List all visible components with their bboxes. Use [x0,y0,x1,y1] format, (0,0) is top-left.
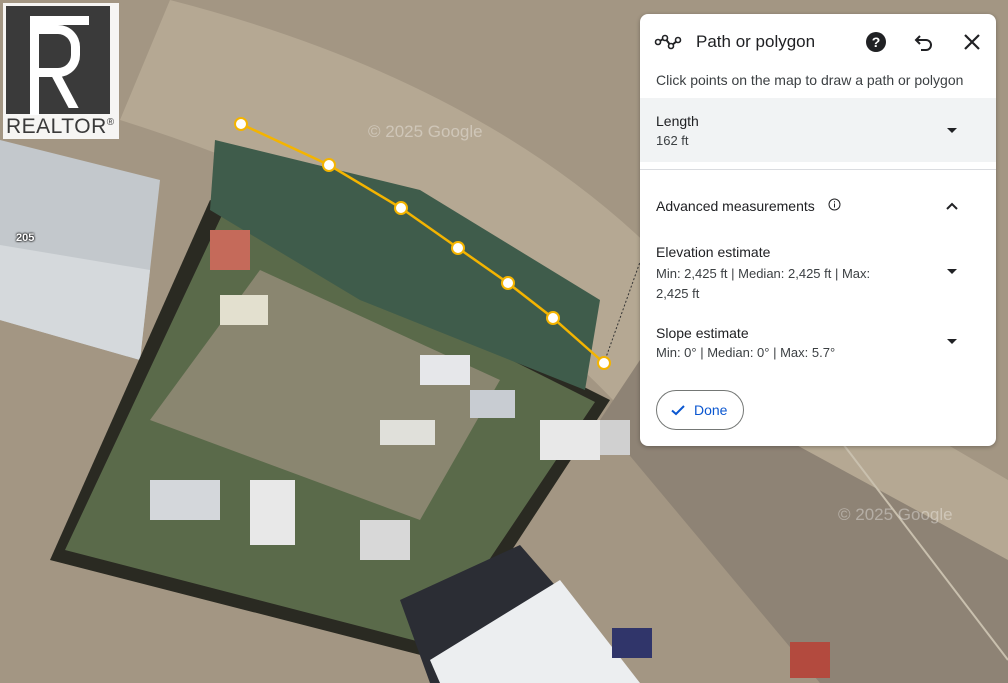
path-vertex[interactable] [234,117,248,131]
info-icon[interactable] [828,198,841,211]
vehicle [380,420,435,445]
help-icon[interactable]: ? [864,30,888,54]
elevation-label: Elevation estimate [656,244,771,260]
caret-down-icon[interactable] [947,339,957,344]
vehicle [612,628,652,658]
path-vertex[interactable] [501,276,515,290]
chevron-up-icon[interactable] [944,198,960,214]
slope-value: Min: 0° | Median: 0° | Max: 5.7° [656,345,836,360]
path-vertex[interactable] [597,356,611,370]
realtor-logo-mark [6,6,110,115]
vehicle [470,390,515,418]
measure-panel: Path or polygon ? Click points on the ma… [640,14,996,446]
caret-down-icon[interactable] [947,128,957,133]
path-vertex[interactable] [394,201,408,215]
vehicle [360,520,410,560]
map-watermark: © 2025 Google [368,122,483,141]
vehicle [250,480,295,545]
length-row[interactable]: Length 162 ft [640,98,996,162]
panel-header: Path or polygon ? [640,14,996,70]
vehicle [220,295,268,325]
done-label: Done [694,402,728,418]
map-watermark: © 2025 Google [838,505,953,524]
realtor-logo: REALTOR® [3,3,119,139]
path-vertex[interactable] [546,311,560,325]
slope-label: Slope estimate [656,325,749,341]
vehicle [420,355,470,385]
caret-down-icon[interactable] [947,269,957,274]
svg-text:?: ? [872,34,881,50]
road-label: 205 [16,232,35,244]
check-icon [671,405,685,416]
panel-instruction: Click points on the map to draw a path o… [656,72,964,88]
vehicle [600,420,630,455]
path-icon [654,34,682,50]
vehicle [210,230,250,270]
advanced-measurements-label[interactable]: Advanced measurements [656,198,815,214]
path-vertex[interactable] [322,158,336,172]
length-label: Length [656,113,699,129]
elevation-value: Min: 2,425 ft | Median: 2,425 ft | Max: … [656,266,871,301]
vehicle [790,642,830,678]
divider [640,169,996,170]
done-button[interactable]: Done [656,390,744,430]
panel-title: Path or polygon [696,32,816,51]
vehicle [540,420,600,460]
length-value: 162 ft [656,133,689,148]
undo-icon[interactable] [912,30,936,54]
close-icon[interactable] [960,30,984,54]
vehicle [150,480,220,520]
realtor-logo-text: REALTOR® [6,115,115,138]
path-vertex[interactable] [451,241,465,255]
